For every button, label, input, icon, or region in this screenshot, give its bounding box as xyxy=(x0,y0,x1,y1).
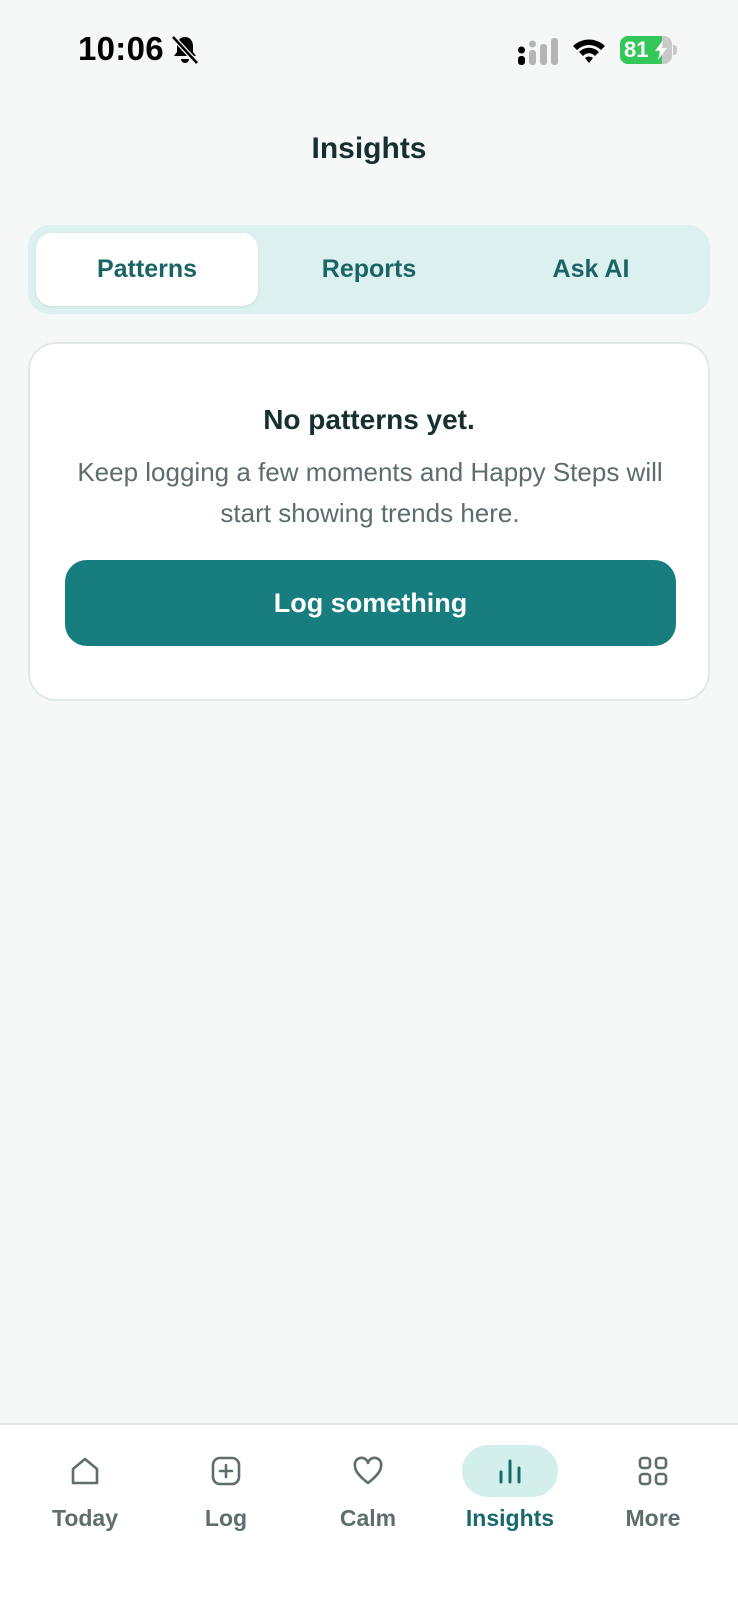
nav-calm-label: Calm xyxy=(339,1505,397,1531)
signal-icon xyxy=(518,38,558,65)
bottom-tab-bar: Today Log Calm Insights More xyxy=(0,1423,738,1600)
nav-calm[interactable]: Calm xyxy=(308,1445,428,1555)
bar-chart-icon xyxy=(499,1459,521,1484)
status-time: 10:06 xyxy=(78,30,164,67)
empty-state-card: No patterns yet. Keep logging a few mome… xyxy=(28,342,710,701)
empty-state-body: Keep logging a few moments and Happy Ste… xyxy=(77,457,663,528)
wifi-icon xyxy=(573,39,605,63)
segmented-control: Patterns Reports Ask AI xyxy=(28,225,710,314)
tab-patterns[interactable]: Patterns xyxy=(36,233,258,306)
nav-more-label: More xyxy=(625,1505,681,1531)
tab-ask-ai[interactable]: Ask AI xyxy=(480,233,702,306)
battery-icon: 81 xyxy=(620,36,677,64)
charging-bolt-icon xyxy=(655,40,667,60)
nav-log[interactable]: Log xyxy=(166,1445,286,1555)
nav-insights[interactable]: Insights xyxy=(450,1445,570,1555)
empty-state-title: No patterns yet. xyxy=(263,404,475,435)
home-icon xyxy=(71,1457,99,1485)
page-title: Insights xyxy=(311,132,427,165)
log-something-button[interactable]: Log something xyxy=(65,560,676,646)
nav-more[interactable]: More xyxy=(593,1445,713,1555)
nav-log-label: Log xyxy=(204,1505,248,1531)
tab-reports[interactable]: Reports xyxy=(258,233,480,306)
nav-today[interactable]: Today xyxy=(25,1445,145,1555)
grid-icon xyxy=(638,1456,668,1486)
bell-slash-icon xyxy=(171,35,199,65)
plus-square-icon xyxy=(211,1456,241,1486)
nav-insights-highlight xyxy=(462,1445,558,1497)
heart-icon xyxy=(353,1456,383,1485)
nav-today-label: Today xyxy=(51,1505,119,1531)
nav-insights-label: Insights xyxy=(465,1505,555,1531)
battery-level: 81 xyxy=(624,37,649,62)
status-bar: 10:06 81 xyxy=(0,0,738,100)
